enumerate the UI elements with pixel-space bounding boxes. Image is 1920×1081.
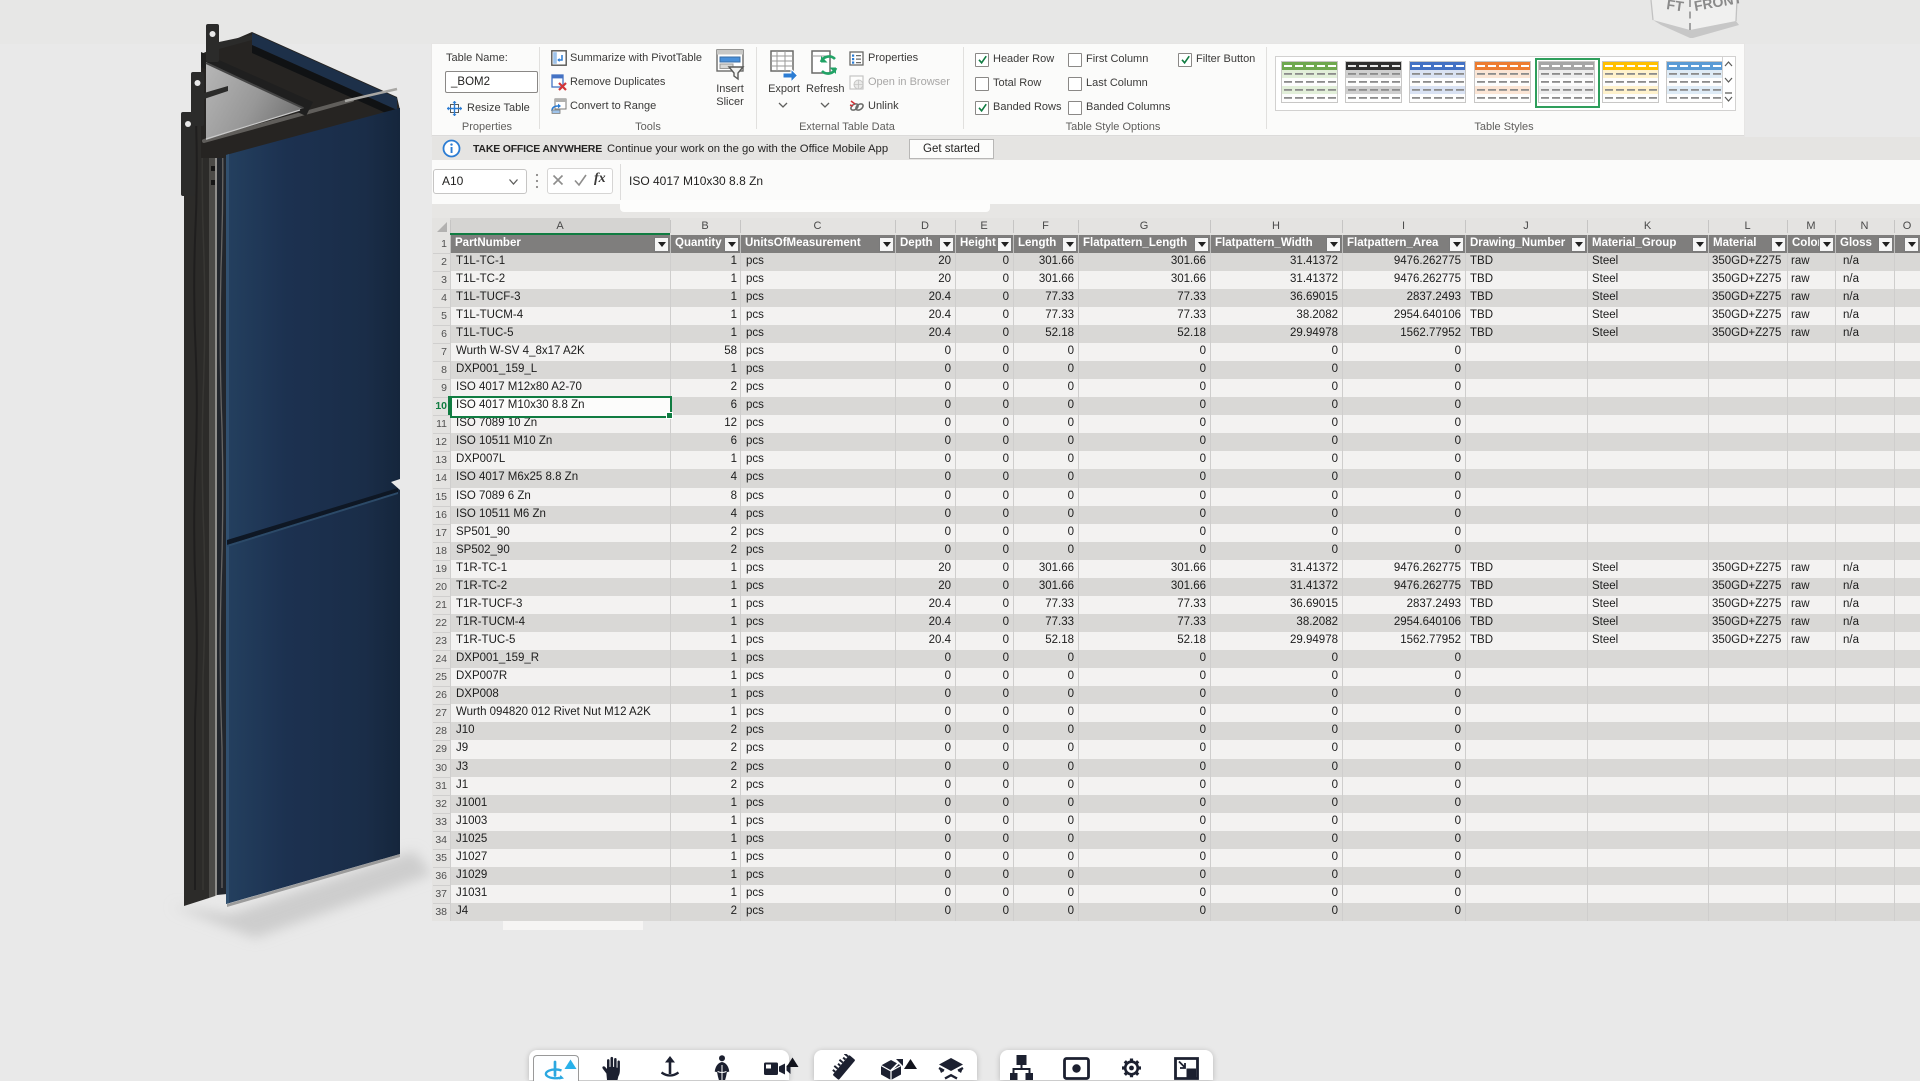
svg-text:FT: FT: [1666, 0, 1686, 14]
